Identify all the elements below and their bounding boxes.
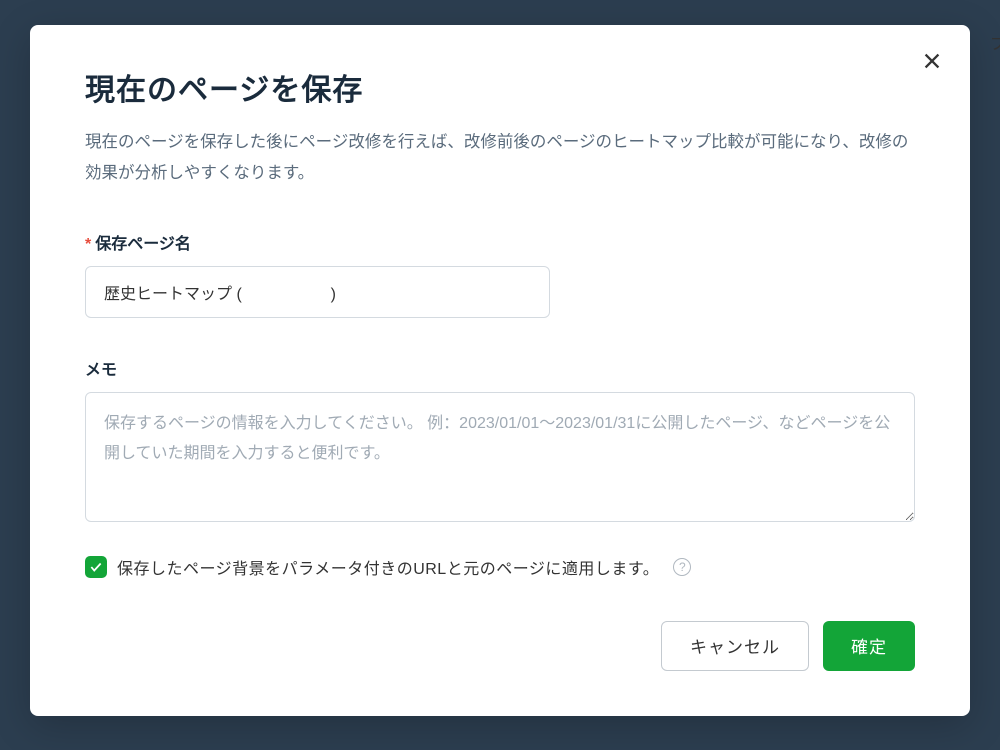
modal-footer-buttons: キャンセル 確定 <box>85 621 915 671</box>
page-name-input[interactable] <box>85 266 550 318</box>
close-icon <box>921 50 943 72</box>
memo-field-group: メモ <box>85 356 915 527</box>
apply-checkbox-label: 保存したページ背景をパラメータ付きのURLと元のページに適用します。 <box>117 555 659 579</box>
memo-textarea[interactable] <box>85 392 915 522</box>
save-page-modal: 現在のページを保存 現在のページを保存した後にページ改修を行えば、改修前後のペー… <box>30 25 970 716</box>
page-name-label: *保存ページ名 <box>85 230 915 254</box>
apply-checkbox-row: 保存したページ背景をパラメータ付きのURLと元のページに適用します。 ? <box>85 555 915 579</box>
required-indicator: * <box>85 236 91 253</box>
modal-description: 現在のページを保存した後にページ改修を行えば、改修前後のページのヒートマップ比較… <box>85 127 915 190</box>
modal-overlay: プ 現在のページを保存 現在のページを保存した後にページ改修を行えば、改修前後の… <box>0 0 1000 750</box>
modal-title: 現在のページを保存 <box>85 65 915 109</box>
apply-checkbox[interactable] <box>85 556 107 578</box>
check-icon <box>89 560 103 574</box>
memo-label: メモ <box>85 356 915 380</box>
confirm-button[interactable]: 確定 <box>823 621 915 671</box>
close-button[interactable] <box>916 45 948 77</box>
cancel-button[interactable]: キャンセル <box>661 621 809 671</box>
page-name-label-text: 保存ページ名 <box>95 236 191 253</box>
background-fragment: プ <box>990 30 1000 54</box>
page-name-field-group: *保存ページ名 <box>85 230 915 318</box>
help-icon[interactable]: ? <box>673 558 691 576</box>
